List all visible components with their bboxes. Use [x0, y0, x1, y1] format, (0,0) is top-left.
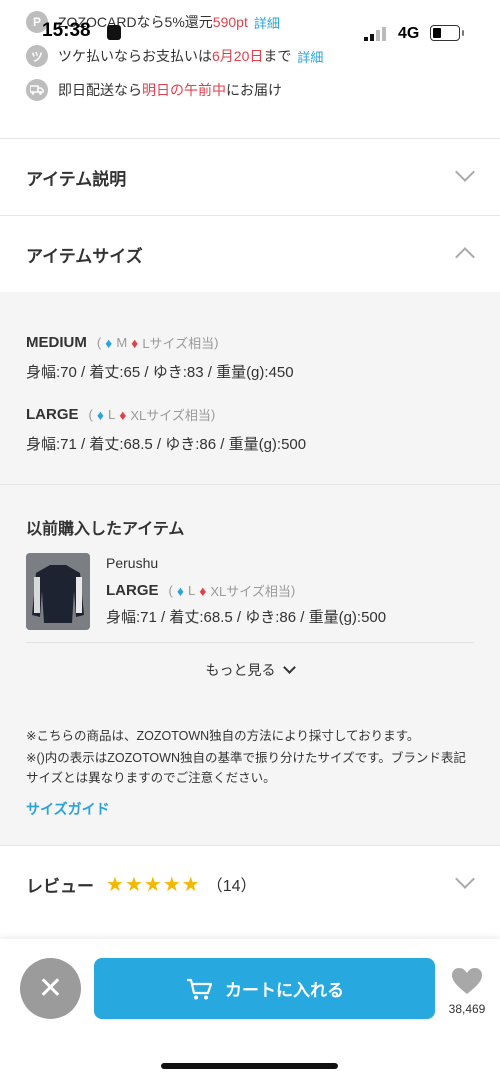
women-size: Lサイズ相当: [142, 336, 215, 351]
rating-stars: ★ ★ ★ ★ ★: [106, 872, 201, 897]
previous-purchase-title: 以前購入したアイテム: [26, 521, 185, 538]
size-label: MEDIUM: [26, 334, 87, 351]
star-icon: ★: [143, 873, 162, 896]
previous-item-measurements: 身幅:71 / 着丈:68.5 / ゆき:86 / 重量(g):500: [106, 609, 387, 626]
size-measurements: 身幅:71 / 着丈:68.5 / ゆき:86 / 重量(g):500: [26, 436, 307, 453]
close-icon: ✕: [37, 972, 64, 1005]
promo-text: 即日配送なら: [58, 82, 142, 98]
add-to-cart-label: カートに入れる: [225, 981, 344, 1000]
size-equivalent: (♦ L ♦ XLサイズ相当): [168, 582, 296, 600]
woman-icon: ♦: [199, 582, 207, 599]
cart-icon: [187, 978, 213, 999]
status-time: 15:38: [42, 20, 91, 41]
size-note: ※()内の表示はZOZOTOWN独自の基準で振り分けたサイズです。ブランド表記サ…: [26, 751, 466, 785]
review-accordion[interactable]: レビュー ★ ★ ★ ★ ★ （14）: [0, 846, 500, 922]
size-guide-link[interactable]: サイズガイド: [26, 799, 110, 819]
bottom-action-bar: ✕ カートに入れる 38,469: [0, 939, 500, 1080]
size-large: LARGE (♦ L ♦ XLサイズ相当): [26, 405, 215, 424]
star-icon: ★: [162, 873, 181, 896]
chevron-down-icon: [455, 162, 475, 182]
men-size: L: [188, 583, 196, 598]
divider: [26, 642, 474, 643]
see-more-label: もっと見る: [205, 662, 276, 678]
size-equivalent: (♦ L ♦ XLサイズ相当): [88, 406, 216, 424]
see-more-button[interactable]: もっと見る: [0, 660, 500, 680]
promo-text-after: にお届け: [226, 82, 282, 98]
women-size: XLサイズ相当: [210, 584, 291, 599]
network-label: 4G: [398, 25, 420, 42]
size-label: LARGE: [106, 582, 159, 599]
size-equivalent: (♦ M ♦ Lサイズ相当): [96, 334, 219, 352]
woman-icon: ♦: [119, 406, 127, 423]
heart-icon: [452, 968, 482, 994]
chevron-down-icon: [283, 661, 297, 674]
men-size: L: [108, 407, 116, 422]
favorite-count: 38,469: [448, 1002, 486, 1016]
promo-delivery: 即日配送なら 明日の午前中 にお届け: [26, 78, 282, 102]
previous-item-brand: Perushu: [106, 555, 159, 571]
man-icon: ♦: [96, 406, 104, 423]
close-button[interactable]: ✕: [20, 958, 81, 1019]
chevron-up-icon: [455, 247, 475, 267]
favorite-button[interactable]: 38,469: [444, 967, 490, 1016]
signal-icon: [364, 27, 386, 41]
person-icon: [107, 25, 121, 40]
item-size-accordion[interactable]: アイテムサイズ: [0, 216, 500, 292]
size-measurements: 身幅:70 / 着丈:65 / ゆき:83 / 重量(g):450: [26, 364, 294, 381]
men-size: M: [116, 335, 128, 350]
size-label: LARGE: [26, 406, 79, 423]
status-bar: 15:38 4G: [0, 0, 500, 60]
review-title: レビュー: [26, 876, 94, 896]
previous-item-thumbnail[interactable]: [26, 553, 90, 630]
battery-icon: [430, 25, 464, 41]
review-count: （14）: [206, 878, 257, 895]
star-icon: ★: [181, 873, 200, 896]
divider: [0, 484, 500, 485]
star-icon: ★: [124, 873, 143, 896]
accordion-title: アイテムサイズ: [26, 246, 143, 266]
woman-icon: ♦: [131, 334, 139, 351]
item-description-accordion[interactable]: アイテム説明: [0, 139, 500, 215]
size-note: ※こちらの商品は、ZOZOTOWN独自の方法により採寸しております。: [26, 729, 420, 743]
home-indicator: [161, 1063, 338, 1069]
add-to-cart-button[interactable]: カートに入れる: [94, 958, 435, 1019]
size-medium: MEDIUM (♦ M ♦ Lサイズ相当): [26, 333, 219, 352]
accordion-title: アイテム説明: [26, 169, 127, 189]
man-icon: ♦: [105, 334, 113, 351]
promo-highlight: 明日の午前中: [142, 82, 226, 98]
previous-item-size: LARGE (♦ L ♦ XLサイズ相当): [106, 581, 295, 600]
man-icon: ♦: [176, 582, 184, 599]
truck-icon: [26, 79, 48, 101]
chevron-down-icon: [455, 869, 475, 889]
women-size: XLサイズ相当: [130, 408, 211, 423]
star-icon: ★: [106, 873, 124, 896]
